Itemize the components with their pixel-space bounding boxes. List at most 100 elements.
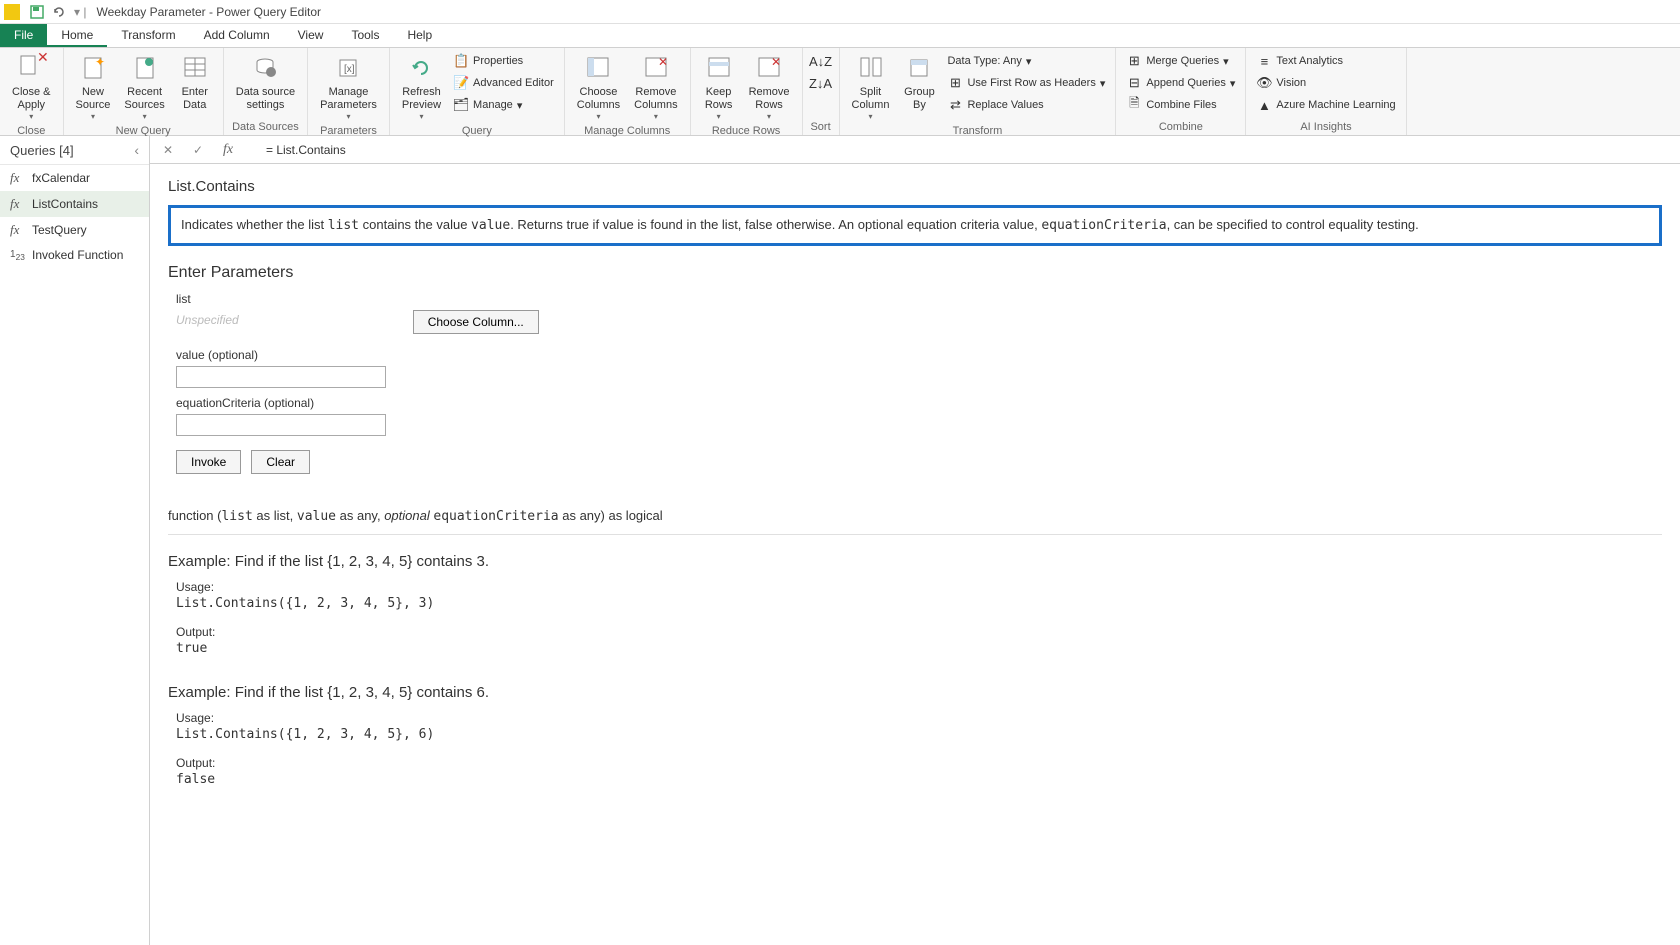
param-equation-criteria-input[interactable] xyxy=(176,414,386,436)
chevron-down-icon: ▾ xyxy=(91,112,95,121)
vision-button[interactable]: 👁Vision xyxy=(1252,72,1399,94)
text-analytics-button[interactable]: ≡Text Analytics xyxy=(1252,50,1399,72)
fx-icon[interactable]: fx xyxy=(216,139,240,161)
new-source-button[interactable]: ✦ New Source ▾ xyxy=(70,50,117,123)
formula-text[interactable]: = List.Contains xyxy=(246,143,346,157)
merge-queries-button[interactable]: ⊞Merge Queries ▾ xyxy=(1122,50,1239,72)
replace-icon: ⇄ xyxy=(947,97,963,113)
content-scroll[interactable]: List.Contains Indicates whether the list… xyxy=(150,164,1680,945)
ribbon-group-manage-columns: Choose Columns ▾ ✕ Remove Columns ▾ Mana… xyxy=(565,48,691,135)
choose-columns-icon xyxy=(582,52,614,84)
param-value-label: value (optional) xyxy=(176,348,1662,362)
save-icon[interactable] xyxy=(29,4,45,20)
recent-sources-icon xyxy=(129,52,161,84)
chevron-down-icon: ▾ xyxy=(1223,55,1229,68)
svg-text:[x]: [x] xyxy=(344,64,355,75)
tab-help[interactable]: Help xyxy=(393,24,446,47)
cancel-formula-button[interactable]: ✕ xyxy=(156,139,180,161)
chevron-down-icon: ▾ xyxy=(654,112,658,121)
properties-button[interactable]: 📋Properties xyxy=(449,50,558,72)
param-list-placeholder: Unspecified xyxy=(176,313,239,327)
sort-desc-button[interactable]: Z↓A xyxy=(809,72,833,94)
function-icon: fx xyxy=(10,222,26,238)
recent-sources-button[interactable]: Recent Sources ▾ xyxy=(118,50,170,123)
replace-values-button[interactable]: ⇄Replace Values xyxy=(943,94,1109,116)
query-item-testquery[interactable]: fx TestQuery xyxy=(0,217,149,243)
function-icon: fx xyxy=(10,196,26,212)
manage-button[interactable]: 🗂Manage ▾ xyxy=(449,94,558,116)
remove-columns-button[interactable]: ✕ Remove Columns ▾ xyxy=(628,50,683,123)
ribbon-group-query: Refresh Preview ▾ 📋Properties 📝Advanced … xyxy=(390,48,565,135)
combine-files-icon: 🗎 xyxy=(1126,97,1142,113)
description-box: Indicates whether the list list contains… xyxy=(168,205,1662,246)
close-apply-button[interactable]: ✕ Close & Apply ▾ xyxy=(6,50,57,123)
chevron-down-icon: ▾ xyxy=(29,112,33,121)
chevron-down-icon: ▾ xyxy=(717,112,721,121)
ribbon-group-parameters: [x] Manage Parameters ▾ Parameters xyxy=(308,48,390,135)
query-item-fxcalendar[interactable]: fx fxCalendar xyxy=(0,165,149,191)
queries-panel: Queries [4] ‹ fx fxCalendar fx ListConta… xyxy=(0,136,150,945)
new-source-icon: ✦ xyxy=(77,52,109,84)
split-column-button[interactable]: Split Column ▾ xyxy=(846,50,896,123)
manage-icon: 🗂 xyxy=(453,97,469,113)
azure-ml-icon: ▲ xyxy=(1256,97,1272,113)
append-queries-button[interactable]: ⊟Append Queries ▾ xyxy=(1122,72,1239,94)
confirm-formula-button[interactable]: ✓ xyxy=(186,139,210,161)
tab-tools[interactable]: Tools xyxy=(337,24,393,47)
body-area: Queries [4] ‹ fx fxCalendar fx ListConta… xyxy=(0,136,1680,945)
split-column-icon xyxy=(855,52,887,84)
invoke-button[interactable]: Invoke xyxy=(176,450,241,474)
manage-parameters-button[interactable]: [x] Manage Parameters ▾ xyxy=(314,50,383,123)
choose-column-button[interactable]: Choose Column... xyxy=(413,310,539,334)
ribbon-group-reduce-rows: Keep Rows ▾ ✕ Remove Rows ▾ Reduce Rows xyxy=(691,48,803,135)
data-type-button[interactable]: Data Type: Any ▾ xyxy=(943,50,1109,72)
undo-icon[interactable] xyxy=(51,4,67,20)
azure-ml-button[interactable]: ▲Azure Machine Learning xyxy=(1252,94,1399,116)
tab-view[interactable]: View xyxy=(284,24,338,47)
group-by-icon xyxy=(903,52,935,84)
query-item-listcontains[interactable]: fx ListContains xyxy=(0,191,149,217)
chevron-down-icon: ▾ xyxy=(596,112,600,121)
headers-icon: ⊞ xyxy=(947,75,963,91)
tab-home[interactable]: Home xyxy=(47,24,107,47)
refresh-icon xyxy=(405,52,437,84)
query-item-invoked-function[interactable]: 123 Invoked Function xyxy=(0,243,149,267)
group-by-button[interactable]: Group By xyxy=(897,50,941,114)
svg-text:✕: ✕ xyxy=(37,52,47,65)
combine-files-button[interactable]: 🗎Combine Files xyxy=(1122,94,1239,116)
chevron-down-icon: ▾ xyxy=(1100,77,1106,90)
refresh-preview-button[interactable]: Refresh Preview ▾ xyxy=(396,50,447,123)
tab-transform[interactable]: Transform xyxy=(107,24,189,47)
example-1-heading: Example: Find if the list {1, 2, 3, 4, 5… xyxy=(168,553,1662,570)
example-2-block: Usage: List.Contains({1, 2, 3, 4, 5}, 6)… xyxy=(168,711,1662,787)
function-icon: fx xyxy=(10,170,26,186)
chevron-down-icon: ▾ xyxy=(868,112,872,121)
ribbon-group-sort: A↓Z Z↓A Sort xyxy=(803,48,840,135)
advanced-editor-button[interactable]: 📝Advanced Editor xyxy=(449,72,558,94)
choose-columns-button[interactable]: Choose Columns ▾ xyxy=(571,50,626,123)
main-content: ✕ ✓ fx = List.Contains List.Contains Ind… xyxy=(150,136,1680,945)
enter-data-button[interactable]: Enter Data xyxy=(173,50,217,114)
param-equation-criteria-label: equationCriteria (optional) xyxy=(176,396,1662,410)
param-value-input[interactable] xyxy=(176,366,386,388)
tab-add-column[interactable]: Add Column xyxy=(190,24,284,47)
data-source-settings-button[interactable]: Data source settings xyxy=(230,50,301,114)
clear-button[interactable]: Clear xyxy=(251,450,310,474)
sort-asc-button[interactable]: A↓Z xyxy=(809,50,833,72)
remove-rows-button[interactable]: ✕ Remove Rows ▾ xyxy=(743,50,796,123)
ribbon-group-transform: Split Column ▾ Group By Data Type: Any ▾… xyxy=(840,48,1117,135)
chevron-down-icon: ▾ xyxy=(346,112,350,121)
sort-desc-icon: Z↓A xyxy=(813,75,829,91)
collapse-panel-icon[interactable]: ‹ xyxy=(134,142,139,158)
parameters-icon: [x] xyxy=(332,52,364,84)
tab-file[interactable]: File xyxy=(0,24,47,47)
number-icon: 123 xyxy=(10,249,26,262)
function-signature: function (list as list, value as any, op… xyxy=(168,498,1662,535)
ribbon-group-combine: ⊞Merge Queries ▾ ⊟Append Queries ▾ 🗎Comb… xyxy=(1116,48,1246,135)
chevron-down-icon: ▾ xyxy=(767,112,771,121)
use-first-row-button[interactable]: ⊞Use First Row as Headers ▾ xyxy=(943,72,1109,94)
queries-panel-header: Queries [4] ‹ xyxy=(0,136,149,165)
svg-text:✕: ✕ xyxy=(771,55,781,69)
keep-rows-button[interactable]: Keep Rows ▾ xyxy=(697,50,741,123)
gear-icon xyxy=(249,52,281,84)
